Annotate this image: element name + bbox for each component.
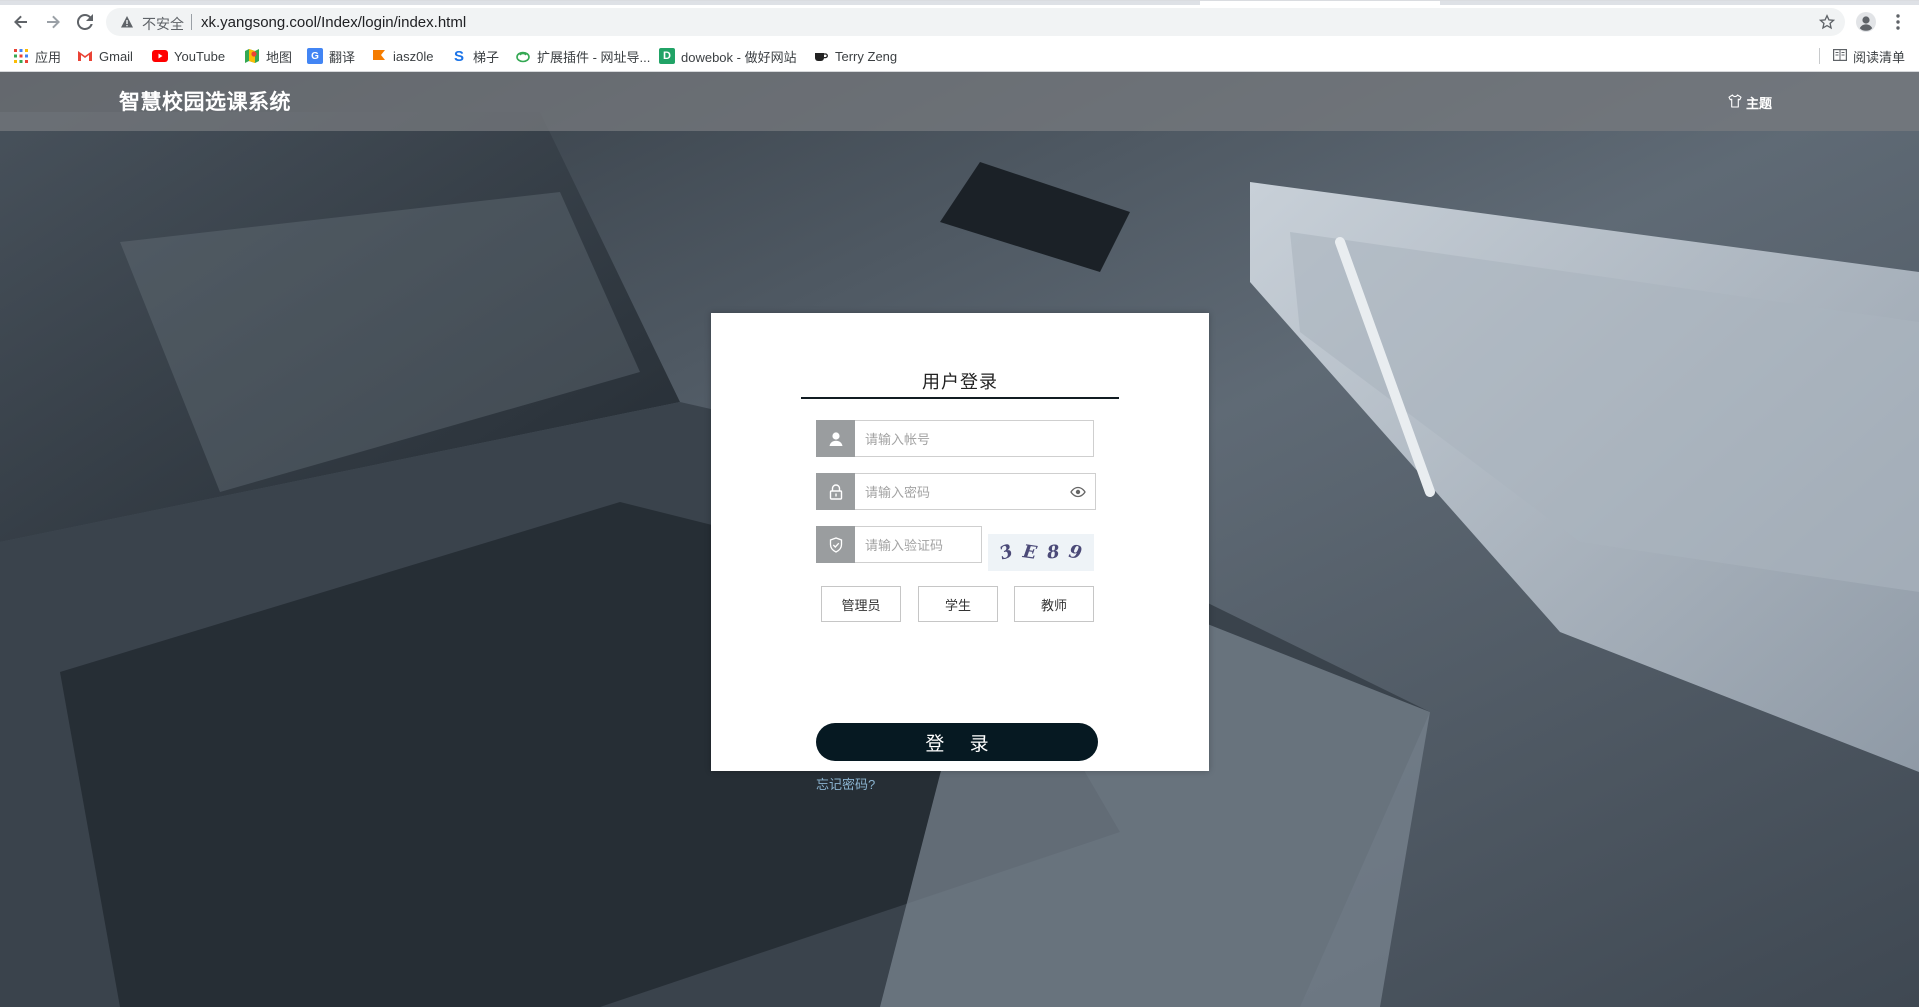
bookmark-extensions[interactable]: 扩展插件 - 网址导...: [515, 45, 650, 67]
password-input[interactable]: [865, 482, 1065, 502]
captcha-char: 9: [1067, 540, 1084, 565]
bookmark-ladder[interactable]: S 梯子: [451, 45, 499, 67]
d-logo-icon: D: [659, 48, 675, 64]
warning-triangle-icon[interactable]: [118, 13, 136, 31]
account-field: [816, 420, 1094, 457]
bookmark-iasz0le[interactable]: iasz0le: [371, 45, 433, 67]
theme-label: 主题: [1746, 95, 1773, 111]
kebab-menu-icon[interactable]: [1886, 10, 1910, 34]
bookmark-label: 扩展插件 - 网址导...: [537, 49, 651, 65]
bookmark-label: dowebok - 做好网站: [681, 49, 797, 65]
bookmark-translate[interactable]: G 翻译: [307, 45, 355, 67]
coffee-icon: [813, 48, 829, 64]
site-title: 智慧校园选课系统: [119, 91, 291, 114]
captcha-input[interactable]: [865, 535, 975, 555]
s-logo-icon: S: [453, 47, 464, 65]
bookmark-dowebok[interactable]: D dowebok - 做好网站: [659, 45, 797, 67]
omnibox-divider: [191, 14, 192, 30]
account-input[interactable]: [865, 429, 1065, 449]
browser-toolbar: 不安全 xk.yangsong.cool/Index/login/index.h…: [0, 0, 1919, 42]
reading-list-label: 阅读清单: [1852, 49, 1905, 65]
star-icon[interactable]: [1815, 10, 1839, 34]
insecure-label: 不安全: [142, 16, 184, 32]
reading-list-icon: [1832, 48, 1847, 64]
role-admin-button[interactable]: 管理员: [821, 586, 901, 622]
site-header: 智慧校园选课系统 主题: [0, 72, 1919, 131]
reload-icon[interactable]: [73, 10, 97, 34]
bookmarks-bar: 应用 Gmail YouTube 地图 G 翻译 iasz0le S 梯子 扩展…: [0, 41, 1919, 72]
forgot-password-link[interactable]: 忘记密码?: [816, 774, 875, 793]
apps-grid-icon: [13, 48, 29, 64]
bookmark-label: 翻译: [329, 49, 356, 65]
shirt-icon: [1728, 93, 1742, 111]
bookmark-label: Gmail: [99, 48, 133, 64]
address-bar[interactable]: 不安全 xk.yangsong.cool/Index/login/index.h…: [106, 8, 1845, 36]
bookmark-label: Terry Zeng: [835, 48, 898, 64]
role-student-button[interactable]: 学生: [918, 586, 998, 622]
youtube-icon: [152, 48, 168, 64]
bookmark-label: YouTube: [174, 48, 226, 64]
forward-arrow-icon[interactable]: [41, 10, 65, 34]
captcha-char: 8: [1045, 541, 1061, 564]
bookmark-maps[interactable]: 地图: [244, 45, 292, 67]
theme-button[interactable]: 主题: [1728, 91, 1772, 113]
profile-icon[interactable]: [1854, 10, 1878, 34]
password-field: [816, 473, 1096, 510]
tab-strip: [0, 1, 1919, 5]
bookmark-label: iasz0le: [393, 48, 434, 64]
bookmark-label: 应用: [35, 49, 62, 65]
lock-icon: [816, 473, 855, 510]
flag-icon: [371, 48, 387, 64]
bookmark-terry-zeng[interactable]: Terry Zeng: [813, 45, 897, 67]
url-text[interactable]: xk.yangsong.cool/Index/login/index.html: [201, 14, 466, 31]
bookmark-youtube[interactable]: YouTube: [152, 45, 225, 67]
maps-icon: [244, 48, 260, 64]
gmail-icon: [77, 48, 93, 64]
extension-icon: [515, 48, 531, 64]
captcha-char: E: [1021, 541, 1038, 564]
captcha-field: [816, 526, 982, 563]
bookmark-label: 梯子: [473, 49, 500, 65]
back-arrow-icon[interactable]: [9, 10, 33, 34]
captcha-char: 3: [997, 540, 1017, 565]
shield-check-icon: [816, 526, 855, 563]
reading-list-button[interactable]: 阅读清单: [1818, 45, 1905, 67]
bookmark-apps[interactable]: 应用: [13, 45, 61, 67]
captcha-image[interactable]: 3 E 8 9: [988, 534, 1094, 571]
translate-icon: G: [307, 48, 323, 64]
login-card: 用户登录 3 E 8 9: [711, 313, 1209, 792]
login-title: 用户登录: [922, 372, 998, 392]
login-submit-button[interactable]: 登 录: [816, 723, 1098, 761]
bookmark-label: 地图: [266, 49, 293, 65]
eye-icon[interactable]: [1069, 484, 1087, 500]
user-icon: [816, 420, 855, 457]
bookmark-divider: [1818, 48, 1820, 64]
title-underline: [801, 397, 1119, 399]
role-teacher-button[interactable]: 教师: [1014, 586, 1094, 622]
page-viewport: 智慧校园选课系统 主题 用户登录 请输入帐号 请输入验证码 3 E 8 9 管理…: [0, 72, 1919, 1007]
bookmark-gmail[interactable]: Gmail: [77, 45, 133, 67]
